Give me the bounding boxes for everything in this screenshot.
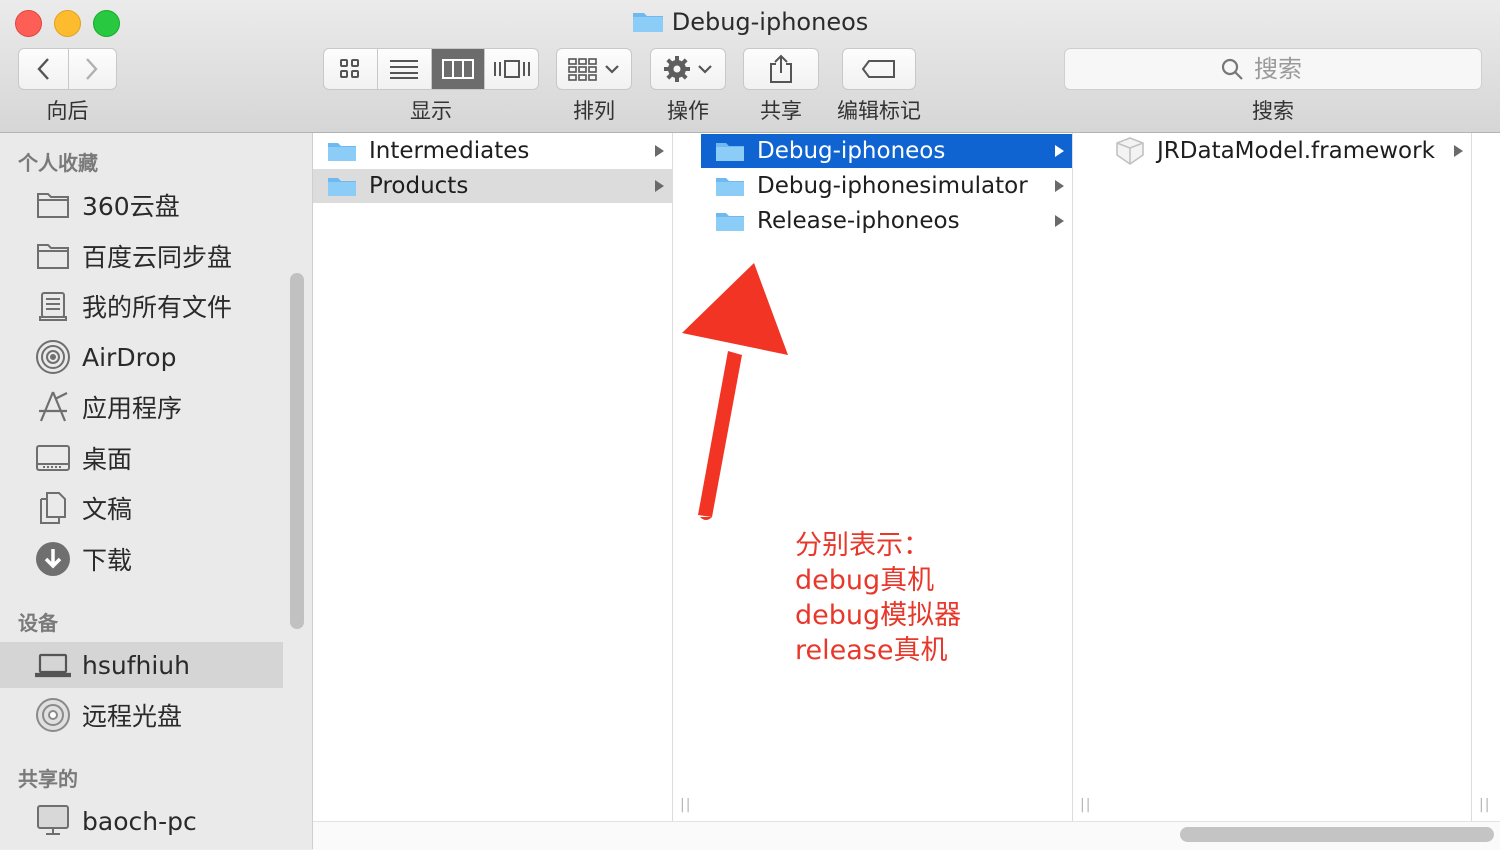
coverflow-icon	[493, 60, 530, 78]
annotation-arrow-icon	[682, 263, 788, 520]
chevron-right-icon	[86, 58, 98, 80]
search-label: 搜索	[1252, 99, 1294, 123]
sidebar-item-applications[interactable]: 应用程序	[0, 384, 283, 430]
column-resize-handle[interactable]: ||	[1479, 797, 1490, 813]
arrange-button[interactable]	[556, 48, 632, 90]
disclosure-arrow-icon	[655, 145, 664, 157]
chevron-left-icon	[37, 58, 50, 80]
annotation-line: debug真机	[795, 565, 935, 596]
action-button[interactable]	[650, 48, 726, 90]
shared-header: 共享的	[18, 767, 78, 791]
search-input[interactable]	[1252, 54, 1326, 84]
column-gutter	[1073, 133, 1101, 821]
framework-icon	[1115, 137, 1145, 165]
list-item-release-iphoneos[interactable]: Release-iphoneos	[701, 204, 1072, 238]
folder-icon	[715, 140, 745, 162]
action-label: 操作	[667, 99, 709, 123]
folder-icon	[327, 140, 357, 162]
column-resize-handle[interactable]: ||	[1080, 797, 1091, 813]
arrange-label: 排列	[573, 99, 615, 123]
disclosure-arrow-icon	[1055, 215, 1064, 227]
disc-icon	[33, 695, 73, 735]
folder-icon	[327, 175, 357, 197]
annotation-note: 分别表示： debug真机 debug模拟器 release真机	[795, 528, 961, 668]
arrange-grid-icon	[568, 58, 597, 81]
back-button[interactable]	[19, 49, 69, 89]
list-item-products[interactable]: Products	[313, 169, 672, 203]
sidebar-item-remote-disc[interactable]: 远程光盘	[0, 692, 283, 738]
window-title: Debug-iphoneos	[0, 8, 1500, 39]
list-view-button[interactable]	[378, 49, 432, 89]
sidebar-scrollbar[interactable]	[290, 273, 304, 629]
laptop-icon	[33, 645, 73, 685]
window-title-text: Debug-iphoneos	[671, 8, 869, 36]
chevron-down-icon	[698, 65, 712, 74]
sidebar-item-desktop[interactable]: 桌面	[0, 435, 283, 481]
sidebar-item-baidu[interactable]: 百度云同步盘	[0, 233, 283, 279]
share-icon	[770, 54, 792, 83]
search-field[interactable]	[1064, 48, 1482, 90]
sidebar-item-all-files[interactable]: 我的所有文件	[0, 283, 283, 329]
grid-icon	[340, 59, 360, 78]
columns-icon	[441, 59, 474, 79]
disclosure-arrow-icon	[1454, 145, 1463, 157]
horizontal-scrollbar-thumb[interactable]	[1180, 827, 1494, 842]
back-forward-label: 向后	[46, 99, 89, 123]
forward-button[interactable]	[69, 49, 117, 89]
disclosure-arrow-icon	[1055, 180, 1064, 192]
sidebar-item-downloads[interactable]: 下载	[0, 536, 283, 582]
view-mode-control	[323, 48, 539, 90]
sidebar-item-documents[interactable]: 文稿	[0, 485, 283, 531]
documents-icon	[33, 488, 73, 528]
folder-icon	[715, 210, 745, 232]
column-gutter	[1472, 133, 1500, 821]
view-label: 显示	[410, 99, 452, 123]
list-item-jrdatamodel-framework[interactable]: JRDataModel.framework	[1101, 134, 1471, 168]
toolbar: Debug-iphoneos 向后 显示 排列 操作 共享 编辑标记 搜索 搜索	[0, 0, 1500, 133]
folder-icon	[715, 175, 745, 197]
folder-icon	[33, 185, 73, 225]
folder-icon	[33, 236, 73, 276]
sidebar-item-hsufhiuh[interactable]: hsufhiuh	[0, 642, 283, 688]
browser-column-1: Intermediates Products	[313, 133, 673, 821]
list-item-debug-iphonesimulator[interactable]: Debug-iphonesimulator	[701, 169, 1072, 203]
gear-icon	[664, 56, 690, 82]
edit-tags-button[interactable]	[842, 48, 916, 90]
coverflow-view-button[interactable]	[485, 49, 538, 89]
column-view-button[interactable]	[431, 49, 486, 89]
computer-icon	[33, 801, 73, 841]
disclosure-arrow-icon	[1055, 145, 1064, 157]
column-resize-handle[interactable]: ||	[680, 797, 691, 813]
sidebar-item-baoch-pc[interactable]: baoch-pc	[0, 798, 283, 844]
share-label: 共享	[760, 99, 802, 123]
annotation-line: 分别表示：	[795, 530, 930, 561]
browser-column-3: JRDataModel.framework	[1101, 133, 1472, 821]
applications-icon	[33, 387, 73, 427]
airdrop-icon	[33, 337, 73, 377]
all-files-icon	[33, 286, 73, 326]
annotation-line: debug模拟器	[795, 600, 962, 631]
desktop-icon	[33, 438, 73, 478]
downloads-icon	[33, 539, 73, 579]
share-button[interactable]	[743, 48, 819, 90]
folder-icon	[632, 9, 664, 39]
search-icon	[1221, 58, 1243, 80]
disclosure-arrow-icon	[655, 180, 664, 192]
sidebar-item-airdrop[interactable]: AirDrop	[0, 334, 283, 380]
edit-tags-label: 编辑标记	[837, 99, 921, 123]
tag-icon	[861, 60, 895, 78]
sidebar-item-360[interactable]: 360云盘	[0, 182, 283, 228]
list-item-intermediates[interactable]: Intermediates	[313, 134, 672, 168]
sidebar: 个人收藏 360云盘 百度云同步盘 我的所有文件 AirDrop 应用程序 桌面…	[0, 133, 313, 849]
chevron-down-icon	[605, 65, 619, 74]
annotation-line: release真机	[795, 635, 948, 666]
favorites-header: 个人收藏	[18, 151, 98, 175]
list-icon	[390, 60, 419, 79]
devices-header: 设备	[18, 611, 58, 635]
back-forward-control	[18, 48, 117, 90]
list-item-debug-iphoneos[interactable]: Debug-iphoneos	[701, 134, 1072, 168]
icon-view-button[interactable]	[324, 49, 378, 89]
